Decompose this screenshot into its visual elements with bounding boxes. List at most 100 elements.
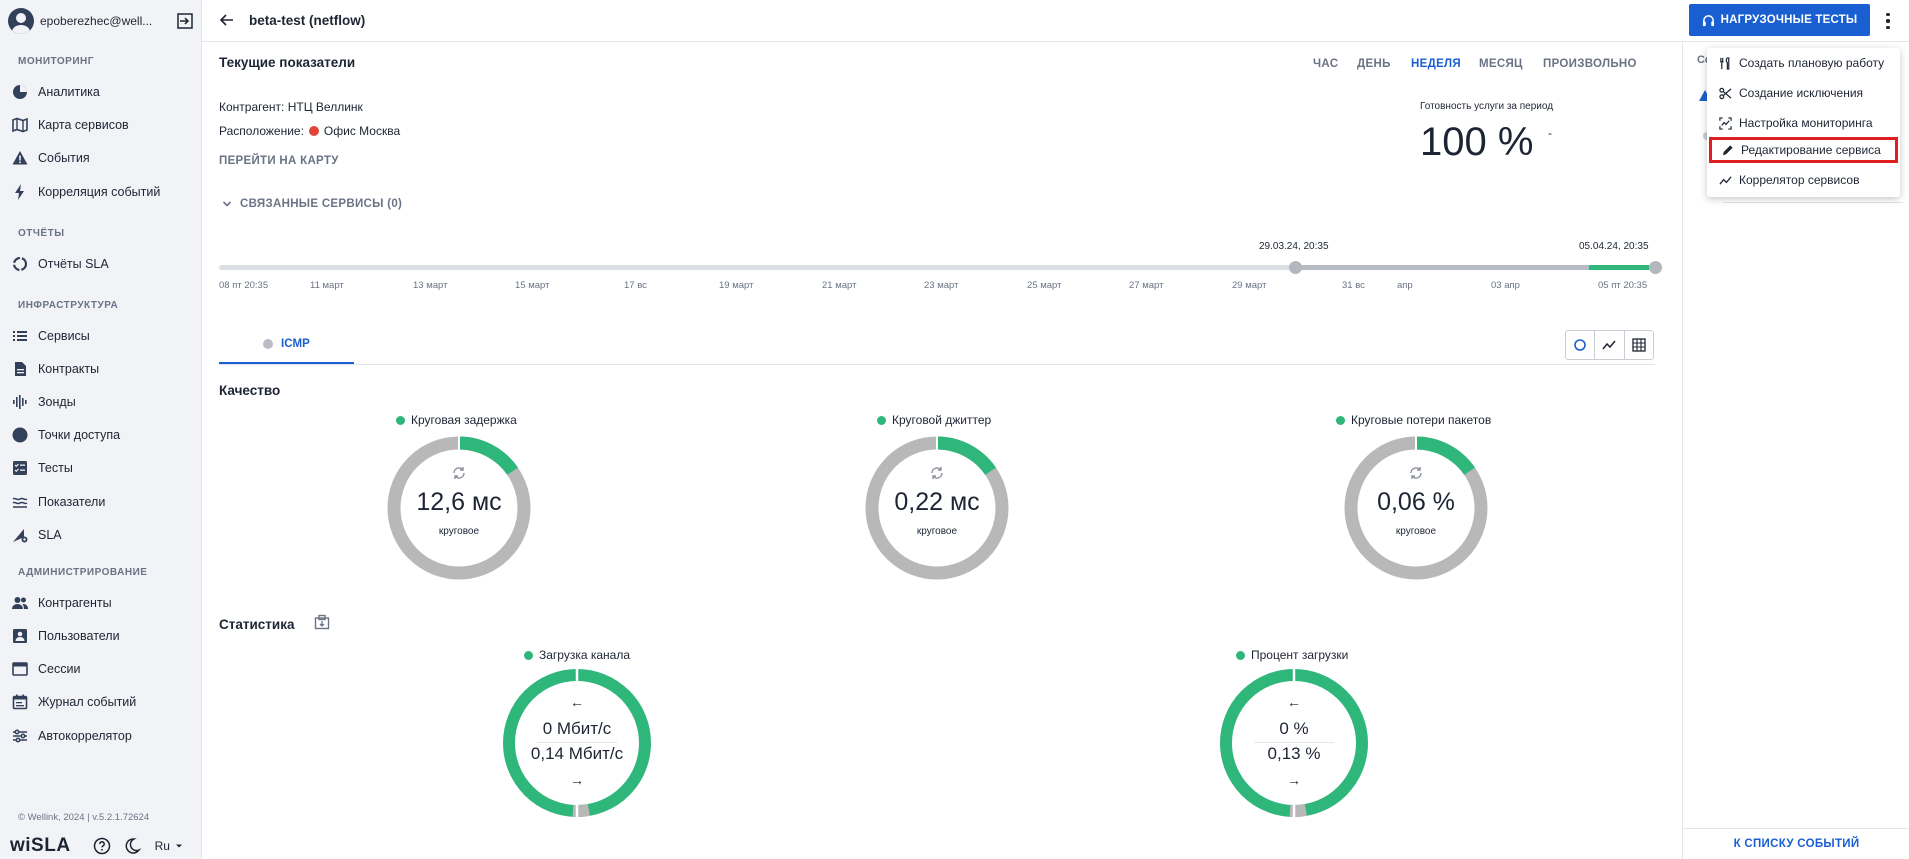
timeline-tick: 05 пт 20:35 (1598, 280, 1648, 291)
menu-item-label: Настройка мониторинга (1739, 116, 1873, 130)
logout-icon[interactable] (176, 12, 194, 30)
waves-icon (12, 494, 28, 510)
sidebar-item-event-log[interactable]: Журнал событий (12, 691, 192, 713)
sidebar-item-service-map[interactable]: Карта сервисов (12, 114, 192, 136)
sidebar-item-sla-reports[interactable]: Отчёты SLA (12, 253, 192, 275)
chevron-down-icon (175, 844, 182, 848)
tab-divider (219, 364, 1655, 365)
avatar[interactable] (8, 8, 34, 34)
related-services-label: СВЯЗАННЫЕ СЕРВИСЫ (0) (240, 198, 403, 210)
sidebar-item-services[interactable]: Сервисы (12, 325, 192, 347)
document-icon (12, 361, 28, 377)
wrench-icon (1718, 56, 1732, 70)
sidebar-item-indicators[interactable]: Показатели (12, 491, 192, 513)
actions-menu: Создать плановую работу Создание исключе… (1707, 48, 1900, 197)
timeline-availability-bar (1589, 265, 1649, 270)
gauge-channel-load[interactable]: ← 0 Мбит/с 0,14 Мбит/с → (502, 668, 652, 818)
period-week[interactable]: НЕДЕЛЯ (1411, 58, 1461, 70)
view-gauge-button[interactable] (1566, 331, 1596, 359)
sidebar: epoberezhec@well... МОНИТОРИНГ Аналитика… (0, 0, 202, 859)
period-hour[interactable]: ЧАС (1313, 58, 1338, 70)
sidebar-item-tests[interactable]: Тесты (12, 457, 192, 479)
timeline-slider[interactable] (219, 261, 1662, 274)
counterparty-info: Контрагент: НТЦ Веллинк (219, 100, 363, 114)
sidebar-item-counterparties[interactable]: Контрагенты (12, 592, 192, 614)
go-to-map-link[interactable]: ПЕРЕЙТИ НА КАРТУ (219, 155, 339, 167)
gauge-latency[interactable]: 12,6 мс круговое (384, 433, 534, 583)
gauge-sub: круговое (438, 526, 480, 537)
gauge-value: 12,6 мс (416, 488, 502, 516)
sidebar-item-users[interactable]: Пользователи (12, 625, 192, 647)
location-info: Расположение: Офис Москва (219, 124, 400, 138)
section-infrastructure: ИНФРАСТРУКТУРА (18, 300, 119, 311)
sidebar-item-autocorrelator[interactable]: Автокоррелятор (12, 725, 192, 747)
gauge-separator (1254, 742, 1334, 743)
timeline-range-end: 05.04.24, 20:35 (1579, 241, 1649, 252)
menu-item-create-planned-work[interactable]: Создать плановую работу (1707, 50, 1900, 76)
map-icon (12, 117, 28, 133)
tab-icmp[interactable]: ICMP (219, 327, 354, 364)
readiness-trend: - (1548, 126, 1552, 140)
status-dot (1236, 650, 1245, 660)
period-day[interactable]: ДЕНЬ (1357, 58, 1391, 70)
help-icon[interactable] (93, 837, 111, 855)
related-services-toggle[interactable]: СВЯЗАННЫЕ СЕРВИСЫ (0) (222, 198, 402, 210)
sidebar-item-event-correlation[interactable]: Корреляция событий (12, 181, 192, 203)
menu-item-label: Создание исключения (1739, 86, 1864, 100)
menu-item-label: Создать плановую работу (1739, 56, 1885, 70)
sidebar-item-probes[interactable]: Зонды (12, 391, 192, 413)
sidebar-item-sla[interactable]: SLA (12, 524, 192, 546)
menu-item-edit-service[interactable]: Редактирование сервиса (1709, 137, 1898, 163)
to-events-list-link[interactable]: К СПИСКУ СОБЫТИЙ (1683, 828, 1909, 859)
sidebar-item-access-points[interactable]: Точки доступа (12, 424, 192, 446)
timeline-tick: 19 март (719, 280, 754, 291)
sidebar-item-analytics[interactable]: Аналитика (12, 81, 192, 103)
gauge-label-text: Загрузка канала (539, 648, 631, 662)
gauge-ring (1219, 669, 1368, 817)
wisla-logo: wiSLA (10, 835, 71, 856)
load-tests-button[interactable]: НАГРУЗОЧНЫЕ ТЕСТЫ (1689, 4, 1870, 36)
view-chart-button[interactable] (1595, 331, 1625, 359)
sidebar-item-label: События (38, 151, 90, 165)
current-indicators-title: Текущие показатели (219, 55, 356, 70)
gauge-value: 0,06 % (1377, 488, 1455, 516)
sidebar-item-sessions[interactable]: Сессии (12, 658, 192, 680)
gauge-packet-loss[interactable]: 0,06 % круговое (1341, 433, 1491, 583)
more-menu-icon[interactable] (1882, 10, 1894, 32)
sidebar-item-contracts[interactable]: Контракты (12, 358, 192, 380)
timeline-tick: апр (1397, 280, 1413, 291)
refresh-icon (931, 467, 943, 479)
menu-item-service-correlator[interactable]: Коррелятор сервисов (1707, 167, 1900, 193)
sidebar-item-label: SLA (38, 528, 62, 542)
gauge-label-jitter: Круговой джиттер (877, 413, 991, 427)
timeline-tick: 17 вс (624, 280, 647, 291)
gauge-jitter[interactable]: 0,22 мс круговое (862, 433, 1012, 583)
export-icon[interactable] (314, 614, 330, 630)
user-email[interactable]: epoberezhec@well... (40, 14, 176, 28)
menu-item-create-exception[interactable]: Создание исключения (1707, 80, 1900, 106)
sidebar-item-events[interactable]: События (12, 147, 192, 169)
gauge-load-percent[interactable]: ← 0 % 0,13 % → (1219, 668, 1369, 818)
period-custom[interactable]: ПРОИЗВОЛЬНО (1543, 58, 1637, 70)
language-select[interactable]: Ru (155, 839, 184, 853)
sidebar-item-label: Отчёты SLA (38, 257, 109, 271)
moon-icon[interactable] (123, 837, 141, 855)
sidebar-item-label: Сервисы (38, 329, 90, 343)
menu-item-monitoring-settings[interactable]: Настройка мониторинга (1707, 110, 1900, 136)
timeline-tick: 23 март (924, 280, 959, 291)
main-content: Текущие показатели ЧАС ДЕНЬ НЕДЕЛЯ МЕСЯЦ… (202, 42, 1682, 859)
gauge-label-packet-loss: Круговые потери пакетов (1336, 413, 1491, 427)
timeline-handle-start[interactable] (1289, 261, 1302, 274)
gauge-separator (537, 742, 617, 743)
timeline-tick: 03 апр (1491, 280, 1520, 291)
view-table-button[interactable] (1625, 331, 1653, 359)
arrow-right-icon: → (1287, 772, 1301, 788)
back-arrow-icon[interactable] (218, 11, 236, 29)
gauge-value: 0,22 мс (894, 488, 980, 516)
period-month[interactable]: МЕСЯЦ (1479, 58, 1523, 70)
language-value: Ru (154, 839, 170, 853)
user-row[interactable]: epoberezhec@well... (8, 8, 194, 34)
timeline-handle-end[interactable] (1649, 261, 1662, 274)
sidebar-footer: wiSLA Ru (10, 835, 196, 857)
statistics-title: Статистика (219, 617, 295, 632)
